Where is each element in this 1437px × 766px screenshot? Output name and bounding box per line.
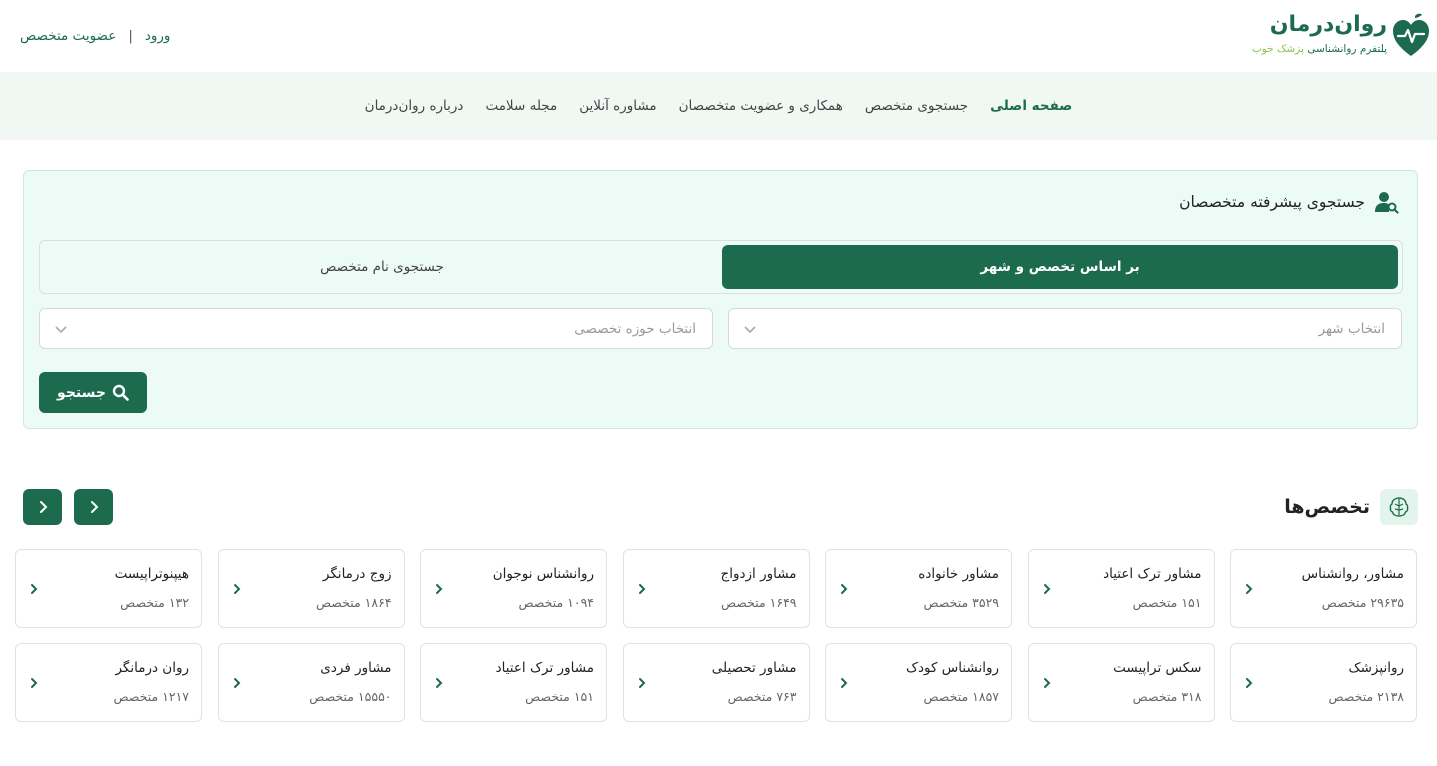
- specialty-card[interactable]: مشاور تحصیلی ۷۶۳ متخصص: [622, 643, 810, 722]
- city-select-placeholder: انتخاب شهر: [1318, 320, 1385, 337]
- specialty-name: روان درمانگر: [115, 660, 189, 676]
- specialty-card[interactable]: مشاور ترک اعتیاد ۱۵۱ متخصص: [420, 643, 607, 722]
- search-icon: [112, 384, 129, 401]
- advanced-search-panel: جستجوی پیشرفته متخصصان بر اساس تخصص و شه…: [23, 170, 1418, 429]
- specialty-count: ۱۵۱ متخصص: [525, 689, 594, 704]
- specialty-count: ۱۵۵۵۰ متخصص: [309, 689, 392, 704]
- specialty-name: مشاور تحصیلی: [711, 660, 797, 676]
- specialty-card[interactable]: روان درمانگر ۱۲۱۷ متخصص: [15, 643, 202, 722]
- auth-separator: |: [128, 28, 133, 44]
- specialty-card[interactable]: زوج درمانگر ۱۸۶۴ متخصص: [217, 549, 405, 628]
- chevron-right-icon: [31, 678, 38, 688]
- tab-by-name[interactable]: جستجوی نام متخصص: [44, 245, 720, 289]
- carousel-prev-button[interactable]: [74, 489, 113, 525]
- specialty-field-placeholder: انتخاب حوزه تخصصی: [574, 320, 696, 337]
- specialty-card[interactable]: هیپنوتراپیست ۱۳۲ متخصص: [15, 549, 202, 628]
- specialty-name: مشاور، روانشناس: [1301, 566, 1404, 582]
- chevron-right-icon: [31, 584, 38, 594]
- chevron-right-icon: [233, 678, 240, 688]
- specialty-count: ۲۱۳۸ متخصص: [1328, 689, 1404, 704]
- specialty-name: روانپزشک: [1348, 660, 1404, 676]
- nav-item-about[interactable]: درباره روان‌درمان: [365, 98, 464, 114]
- specialty-count: ۱۳۲ متخصص: [120, 595, 189, 610]
- brain-icon: [1380, 489, 1418, 525]
- specialties-grid: مشاور، روانشناس ۲۹۶۳۵ متخصص مشاور ترک اعتی…: [0, 549, 1417, 724]
- chevron-right-icon: [436, 678, 443, 688]
- specialty-name: روانشناس نوجوان: [492, 566, 594, 582]
- specialty-count: ۱۰۹۴ متخصص: [518, 595, 594, 610]
- chevron-down-icon: [55, 326, 67, 334]
- search-button-label: جستجو: [57, 384, 106, 401]
- chevron-right-icon: [841, 678, 848, 688]
- specialty-card[interactable]: روانشناس کودک ۱۸۵۷ متخصص: [825, 643, 1012, 722]
- chevron-right-icon: [233, 584, 240, 594]
- specialties-heading: تخصص‌ها: [1284, 489, 1418, 525]
- advanced-search-title: جستجوی پیشرفته متخصصان: [1179, 193, 1365, 211]
- nav-item-cooperation[interactable]: همکاری و عضویت متخصصان: [679, 98, 843, 114]
- specialty-card[interactable]: مشاور ترک اعتیاد ۱۵۱ متخصص: [1027, 549, 1215, 628]
- specialty-card[interactable]: مشاور خانواده ۳۵۲۹ متخصص: [825, 549, 1012, 628]
- login-link[interactable]: ورود: [145, 28, 171, 44]
- chevron-right-icon: [638, 678, 645, 688]
- specialty-count: ۱۵۱ متخصص: [1132, 595, 1202, 610]
- specialty-count: ۷۶۳ متخصص: [727, 689, 797, 704]
- nav-item-health-magazine[interactable]: مجله سلامت: [485, 98, 557, 114]
- carousel-next-button[interactable]: [23, 489, 62, 525]
- auth-links: عضویت متخصص | ورود: [20, 26, 170, 46]
- city-select[interactable]: انتخاب شهر: [728, 308, 1402, 349]
- chevron-right-icon: [1043, 678, 1050, 688]
- chevron-right-icon: [436, 584, 443, 594]
- specialty-card[interactable]: روانشناس نوجوان ۱۰۹۴ متخصص: [420, 549, 607, 628]
- specialty-card[interactable]: مشاور ازدواج ۱۶۴۹ متخصص: [622, 549, 810, 628]
- specialty-count: ۳۵۲۹ متخصص: [923, 595, 999, 610]
- specialty-card[interactable]: روانپزشک ۲۱۳۸ متخصص: [1230, 643, 1417, 722]
- nav-item-find-specialist[interactable]: جستجوی متخصص: [865, 98, 968, 114]
- chevron-right-icon: [90, 501, 98, 513]
- specialty-name: مشاور ترک اعتیاد: [495, 660, 594, 676]
- chevron-right-icon: [841, 584, 848, 594]
- brand-title: روان‌درمان: [1269, 12, 1387, 37]
- specialty-count: ۲۹۶۳۵ متخصص: [1321, 595, 1404, 610]
- nav-item-home[interactable]: صفحه اصلی: [990, 98, 1072, 114]
- top-header: روان‌درمان پلتفرم روانشناسی پزشک خوب عضو…: [0, 0, 1437, 72]
- specialty-name: مشاور خانواده: [918, 566, 999, 582]
- user-search-icon: [1375, 192, 1399, 214]
- brand-subtitle-accent: پزشک خوب: [1251, 43, 1304, 55]
- chevron-right-icon: [1246, 584, 1253, 594]
- search-button[interactable]: جستجو: [39, 372, 147, 413]
- specialty-name: هیپنوتراپیست: [114, 566, 189, 582]
- logo[interactable]: روان‌درمان پلتفرم روانشناسی پزشک خوب: [1251, 8, 1431, 60]
- specialty-name: مشاور ازدواج: [720, 566, 797, 582]
- specialty-name: سکس تراپیست: [1113, 660, 1202, 676]
- advanced-search-heading: جستجوی پیشرفته متخصصان: [1179, 189, 1399, 215]
- tab-by-specialty-city[interactable]: بر اساس تخصص و شهر: [722, 245, 1398, 289]
- nav-item-online-consult[interactable]: مشاوره آنلاین: [579, 98, 656, 114]
- specialty-name: مشاور ترک اعتیاد: [1103, 566, 1202, 582]
- specialty-card[interactable]: سکس تراپیست ۳۱۸ متخصص: [1027, 643, 1215, 722]
- specialty-name: زوج درمانگر: [322, 566, 392, 582]
- specialty-field-select[interactable]: انتخاب حوزه تخصصی: [39, 308, 713, 349]
- specialty-name: روانشناس کودک: [905, 660, 999, 676]
- specialty-count: ۳۱۸ متخصص: [1132, 689, 1202, 704]
- chevron-right-icon: [638, 584, 645, 594]
- specialty-count: ۱۲۱۷ متخصص: [113, 689, 189, 704]
- chevron-down-icon: [744, 326, 756, 334]
- specialist-membership-link[interactable]: عضویت متخصص: [20, 28, 116, 44]
- chevron-right-icon: [1043, 584, 1050, 594]
- specialty-card[interactable]: مشاور، روانشناس ۲۹۶۳۵ متخصص: [1230, 549, 1417, 628]
- specialty-count: ۱۶۴۹ متخصص: [720, 595, 797, 610]
- chevron-right-icon: [1246, 678, 1253, 688]
- specialty-count: ۱۸۵۷ متخصص: [923, 689, 999, 704]
- chevron-right-icon: [39, 501, 47, 513]
- specialty-card[interactable]: مشاور فردی ۱۵۵۵۰ متخصص: [217, 643, 405, 722]
- main-nav: صفحه اصلی جستجوی متخصص همکاری و عضویت مت…: [0, 72, 1437, 140]
- specialties-title: تخصص‌ها: [1284, 496, 1370, 518]
- brand-subtitle: پلتفرم روانشناسی پزشک خوب: [1252, 43, 1387, 55]
- heart-logo-icon: [1393, 13, 1429, 56]
- search-mode-tabs: بر اساس تخصص و شهر جستجوی نام متخصص: [39, 240, 1403, 294]
- specialty-name: مشاور فردی: [320, 660, 392, 676]
- brand-subtitle-main: پلتفرم روانشناسی: [1303, 43, 1387, 55]
- specialty-count: ۱۸۶۴ متخصص: [315, 595, 392, 610]
